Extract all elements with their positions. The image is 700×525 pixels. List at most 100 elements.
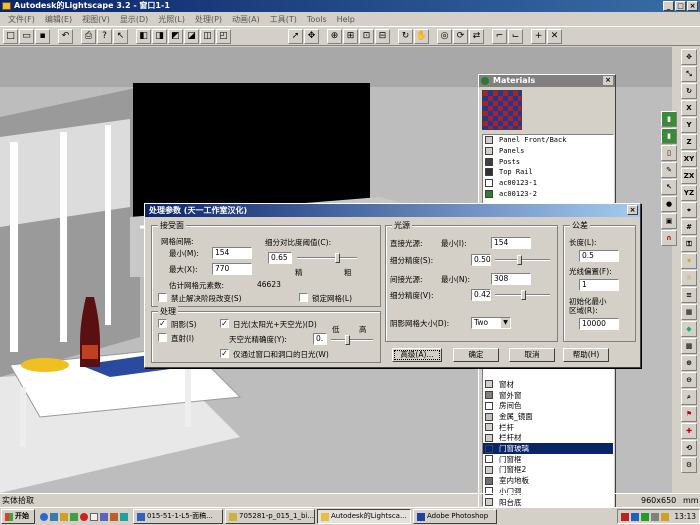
material-item[interactable]: 门窗框2	[483, 465, 613, 476]
menu-process[interactable]: 处理(P)	[190, 14, 227, 25]
cancel-button[interactable]: 取消	[509, 348, 555, 362]
indirect-subdiv-slider[interactable]	[495, 290, 550, 300]
direct-subdiv-input[interactable]: 0.50	[471, 254, 491, 266]
disable-stage-change-checkbox[interactable]	[158, 293, 167, 302]
undo-icon[interactable]: ↶	[58, 28, 73, 44]
zoom-region-icon[interactable]: ⊡	[359, 28, 374, 44]
flag-icon[interactable]: ⚑	[681, 406, 697, 422]
sky-precision-slider[interactable]	[331, 335, 373, 345]
menu-light[interactable]: 光照(L)	[153, 14, 190, 25]
light-icon[interactable]: ✶	[681, 253, 697, 269]
task-3[interactable]: Autodesk的Lightsca...	[317, 509, 411, 524]
chevron-down-icon[interactable]: ▼	[501, 318, 510, 328]
menu-tools-cn[interactable]: 工具(T)	[265, 14, 302, 25]
advanced-button[interactable]: 高级(A)...	[392, 348, 442, 362]
indirect-light-min-input[interactable]: 308	[491, 273, 531, 285]
sun-icon[interactable]: ☼	[681, 270, 697, 286]
zoom-window-icon[interactable]: ⊕	[327, 28, 342, 44]
explorer-icon[interactable]	[60, 512, 68, 521]
indirect-subdiv-input[interactable]: 0.42	[471, 289, 491, 301]
tray-icon-1[interactable]	[621, 512, 630, 521]
snap-icon[interactable]: ⌖	[681, 202, 697, 218]
subdiv-slider-thumb[interactable]	[335, 253, 340, 263]
camera-icon[interactable]: ◎	[437, 28, 452, 44]
settings-icon[interactable]: ⚙	[681, 457, 697, 473]
render-view-1-icon[interactable]: ◧	[136, 28, 151, 44]
direct-checkbox[interactable]	[158, 333, 167, 342]
move-icon[interactable]: ✥	[681, 49, 697, 65]
render-view-6-icon[interactable]: ◰	[216, 28, 231, 44]
material-item[interactable]: 室内地板	[483, 475, 613, 486]
menu-animation[interactable]: 动画(A)	[227, 14, 265, 25]
fly-icon[interactable]: ⇄	[469, 28, 484, 44]
zoom-out-icon[interactable]: ⊖	[681, 372, 697, 388]
block-icon[interactable]: ▦	[681, 304, 697, 320]
rotate-icon[interactable]: ↻	[681, 83, 697, 99]
material-item[interactable]: 栏杆	[483, 422, 613, 433]
print-icon[interactable]: ⎙	[81, 28, 96, 44]
layer-icon[interactable]: ≡	[681, 287, 697, 303]
green-tool-2-icon[interactable]: ▮	[661, 128, 677, 144]
task-2[interactable]: 705281-p_015_1_bi...	[225, 509, 315, 524]
material-item[interactable]: 栏杆材	[483, 433, 613, 444]
direct-subdiv-slider[interactable]	[495, 255, 550, 265]
green-tool-1-icon[interactable]: ▮	[661, 111, 677, 127]
open-folder-icon[interactable]: ▭	[19, 28, 34, 44]
xy-plane-icon[interactable]: XY	[681, 151, 697, 167]
ok-button[interactable]: 确定	[453, 348, 499, 362]
app-icon-1[interactable]	[100, 512, 108, 521]
tray-icon-3[interactable]	[641, 512, 650, 521]
indirect-subdiv-thumb[interactable]	[521, 290, 526, 300]
tray-icon-4[interactable]	[661, 512, 670, 521]
shadow-grid-select[interactable]: Two ▼	[471, 317, 511, 329]
add-icon[interactable]: +	[531, 28, 546, 44]
zx-plane-icon[interactable]: ZX	[681, 168, 697, 184]
minimize-button[interactable]: _	[663, 1, 674, 11]
material-item[interactable]: Panel Front/Back	[483, 135, 613, 146]
subdiv-threshold-input[interactable]: 0.65	[268, 252, 292, 264]
scale-icon[interactable]: ⤡	[681, 66, 697, 82]
menu-view[interactable]: 视图(V)	[77, 14, 115, 25]
daylight-checkbox[interactable]: ✓	[220, 319, 229, 328]
walk-icon[interactable]: ⟳	[453, 28, 468, 44]
cursor-icon[interactable]: ↖	[661, 179, 677, 195]
render-view-3-icon[interactable]: ◩	[168, 28, 183, 44]
texture-icon[interactable]: ▩	[681, 338, 697, 354]
render-view-5-icon[interactable]: ◫	[200, 28, 215, 44]
pencil-icon[interactable]: ✎	[661, 162, 677, 178]
desktop-icon[interactable]	[50, 512, 58, 521]
task-1[interactable]: 015-51-1-L5-面稿...	[133, 509, 223, 524]
material-item[interactable]: Top Rail	[483, 167, 613, 178]
search-icon[interactable]: ⌕	[681, 389, 697, 405]
sphere-icon[interactable]: ●	[661, 196, 677, 212]
material-item[interactable]: 金属_镜面	[483, 411, 613, 422]
qq-icon[interactable]	[80, 512, 88, 521]
sky-precision-input[interactable]: 0.	[313, 333, 327, 345]
magnet-icon[interactable]: ∩	[661, 230, 677, 246]
length-input[interactable]: 0.5	[579, 250, 619, 262]
ray-offset-input[interactable]: 1	[579, 279, 619, 291]
start-button[interactable]: 开始	[1, 509, 35, 524]
crop-icon[interactable]: ⌐	[492, 28, 507, 44]
mail-icon[interactable]	[90, 512, 98, 521]
z-axis-icon[interactable]: Z	[681, 134, 697, 150]
zoom-previous-icon[interactable]: ⊟	[375, 28, 390, 44]
materials-close-icon[interactable]: ×	[603, 76, 613, 85]
material-item[interactable]: Panels	[483, 146, 613, 157]
subdiv-threshold-slider[interactable]	[297, 253, 357, 263]
material-item[interactable]: 门窗框	[483, 454, 613, 465]
lock-mesh-checkbox[interactable]	[299, 293, 308, 302]
save-icon[interactable]: ▪	[35, 28, 50, 44]
close-button[interactable]: ×	[687, 1, 698, 11]
help-icon[interactable]: ?	[97, 28, 112, 44]
sky-slider-thumb[interactable]	[345, 335, 350, 345]
menu-tools[interactable]: Tools	[302, 15, 332, 24]
maximize-button[interactable]: □	[675, 1, 686, 11]
grid-icon[interactable]: #	[681, 219, 697, 235]
dialog-close-button[interactable]: ×	[627, 205, 638, 215]
material-item[interactable]: 门窗玻璃	[483, 443, 613, 454]
context-help-icon[interactable]: ↖	[113, 28, 128, 44]
pin-icon[interactable]: ✚	[681, 423, 697, 439]
clip-icon[interactable]: ⌙	[508, 28, 523, 44]
material-icon[interactable]: ◆	[681, 321, 697, 337]
